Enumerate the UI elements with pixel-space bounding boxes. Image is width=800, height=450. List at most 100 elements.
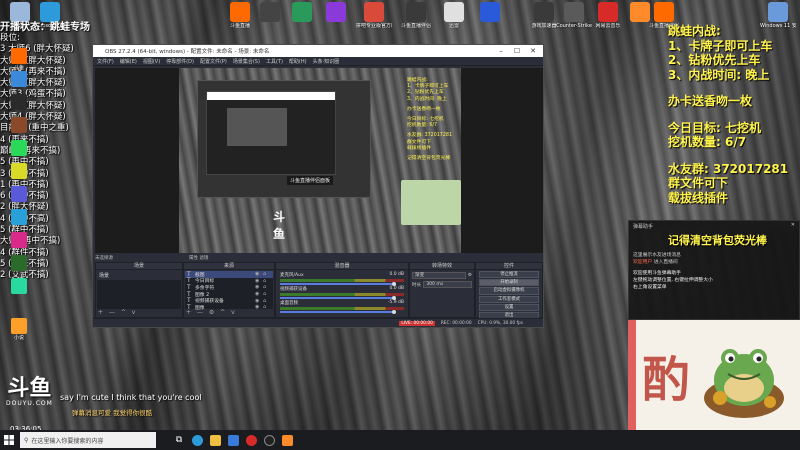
control-button[interactable]: 开始录制 <box>479 279 539 287</box>
menu-item[interactable]: 配置文件(P) <box>200 58 227 65</box>
scene-item[interactable]: 场景 <box>97 271 181 280</box>
visibility-eye-icon[interactable]: ◉ <box>255 278 263 284</box>
chat-title: 弹幕助手 <box>633 224 654 230</box>
visibility-eye-icon[interactable]: ◉ <box>255 298 263 304</box>
desktop-side-icon[interactable] <box>8 186 30 202</box>
taskbar-edge[interactable] <box>188 430 206 450</box>
minimize-icon[interactable]: – <box>493 45 509 57</box>
obs-icon <box>263 434 275 446</box>
control-button[interactable]: 设置 <box>479 303 539 311</box>
desktop-icon[interactable]: Counter-Strike <box>556 2 592 29</box>
control-button[interactable]: 启动虚拟摄像机 <box>479 287 539 295</box>
control-button[interactable]: 工作室模式 <box>479 295 539 303</box>
desktop-side-icon[interactable] <box>8 209 30 225</box>
close-icon[interactable]: ✕ <box>525 45 541 57</box>
mixer-channel-name: 视频捕获设备 <box>280 287 307 292</box>
transition-select[interactable]: 渐变 <box>412 272 466 279</box>
maximize-icon[interactable]: ☐ <box>509 45 525 57</box>
volume-meter <box>280 307 404 310</box>
visibility-eye-icon[interactable]: ◉ <box>255 284 263 290</box>
desktop-icon[interactable]: 拼吧专业版官方版 <box>356 2 392 29</box>
chat-line: 左键拖动调整位置, 右键拉伸调整大小 <box>629 277 799 284</box>
visibility-eye-icon[interactable]: ◉ <box>255 271 263 277</box>
task-view-button[interactable]: ⧉ <box>170 430 188 450</box>
visibility-eye-icon[interactable]: ◉ <box>255 291 263 297</box>
lock-icon[interactable]: ⌂ <box>263 304 271 310</box>
desktop-side-icon[interactable]: 斗鱼 <box>8 48 30 71</box>
mixer-title: 混音器 <box>276 263 408 270</box>
close-icon[interactable]: ✕ <box>791 222 795 228</box>
controls-title: 控件 <box>476 263 542 270</box>
desktop-side-icon[interactable]: 小说 <box>8 318 30 341</box>
desktop-icon[interactable] <box>252 2 288 23</box>
side-icon-label: 小说 <box>13 335 24 341</box>
overlay-rule-line: 2、钻粉优先上车 <box>668 53 761 67</box>
store-icon <box>227 434 239 446</box>
task-view-icon: ⧉ <box>175 435 183 445</box>
lock-icon[interactable]: ⌂ <box>263 271 271 277</box>
scenes-toolbar[interactable]: + — ^ v <box>98 309 137 316</box>
mixer-channel-header: 桌面音频 -5.9 dB <box>280 300 404 306</box>
lock-icon[interactable]: ⌂ <box>263 291 271 297</box>
overlay-rule-line: 跳蛙内战: <box>668 24 721 38</box>
obs-preview[interactable]: 斗鱼直播伴侣面板 跳蛙内战: 1、卡牌子即可上车 2、钻粉优先上车 3、内战时间: 晚… <box>95 68 543 253</box>
desktop-icon[interactable]: 斗鱼直播伴侣 <box>398 2 434 29</box>
desktop-icon-label: 迅雷 <box>448 23 459 29</box>
taskbar-explorer[interactable] <box>206 430 224 450</box>
visibility-eye-icon[interactable]: ◉ <box>255 304 263 310</box>
menu-item[interactable]: 头条·知识圈 <box>313 58 340 65</box>
mixer-dock: 混音器 麦克风/Aux 0.0 dB 视频捕获设备 0.0 dB 桌面音频 -5.9 dB <box>275 262 409 318</box>
app-icon <box>11 209 27 225</box>
menu-item[interactable]: 帮助(H) <box>289 58 307 65</box>
desktop-side-icon[interactable] <box>8 163 30 179</box>
desktop-side-icon[interactable] <box>8 255 30 271</box>
sources-title: 来源 <box>184 263 274 270</box>
desktop-side-icon[interactable] <box>8 278 30 294</box>
control-button[interactable]: 停止推流 <box>479 271 539 279</box>
obs-window[interactable]: OBS 27.2.4 (64-bit, windows) - 配置文件: 未命名… <box>92 44 544 328</box>
lock-icon[interactable]: ⌂ <box>263 278 271 284</box>
sources-dock: 来源 T 截图 ◉ ⌂ T 今日目标 ◉ ⌂ T 多余字符 ◉ ⌂ T 图像 2 ◉ ⌂ T 视频捕获设备 ◉ ⌂ T 图… <box>183 262 275 318</box>
app-icon <box>40 2 60 22</box>
taskbar-netease[interactable] <box>242 430 260 450</box>
volume-meter <box>280 279 404 282</box>
chat-header: 弹幕助手 ✕ <box>629 221 799 230</box>
properties-filters[interactable]: 属性 滤镜 <box>189 255 208 261</box>
desktop-side-icon[interactable] <box>8 94 30 110</box>
desktop-side-icon[interactable] <box>8 117 30 133</box>
desktop-side-icon[interactable] <box>8 140 30 156</box>
desktop-side-icon[interactable] <box>8 71 30 87</box>
obs-titlebar[interactable]: OBS 27.2.4 (64-bit, windows) - 配置文件: 未命名… <box>93 45 543 57</box>
menu-item[interactable]: 场景集合(S) <box>233 58 260 65</box>
desktop-icon[interactable]: 网易云音乐 <box>590 2 626 29</box>
menu-item[interactable]: 停靠部件(D) <box>166 58 194 65</box>
edge-icon <box>191 434 203 446</box>
menu-item[interactable]: 工具(T) <box>266 58 283 65</box>
poster-character: 酌 <box>642 352 691 408</box>
chat-text: 右上角设置菜单 <box>633 285 667 290</box>
taskbar-app[interactable] <box>278 430 296 450</box>
desktop-icon[interactable] <box>284 2 320 23</box>
desktop-icon[interactable] <box>318 2 354 23</box>
desktop-side-icon[interactable] <box>8 232 30 248</box>
taskbar-store[interactable] <box>224 430 242 450</box>
chat-user: 欢迎用户 <box>633 260 653 265</box>
volume-slider[interactable] <box>280 310 397 314</box>
duration-input[interactable]: 300 ms <box>423 281 472 288</box>
menu-item[interactable]: 视图(V) <box>143 58 160 65</box>
app-icon <box>11 117 27 133</box>
sources-toolbar[interactable]: + — ⚙ ^ v <box>186 309 237 316</box>
cpu-fps: CPU: 0.9%, 30.00 fps <box>477 320 523 326</box>
lock-icon[interactable]: ⌂ <box>263 284 271 290</box>
taskbar-search[interactable]: ⚲ 在这里输入你要搜索的内容 <box>20 432 156 448</box>
start-button[interactable] <box>0 430 18 450</box>
desktop-icon[interactable]: 迅雷 <box>436 2 472 29</box>
lock-icon[interactable]: ⌂ <box>263 298 271 304</box>
desktop-icon-label: 拼吧专业版官方版 <box>356 23 392 29</box>
menu-item[interactable]: 编辑(E) <box>120 58 137 65</box>
menu-item[interactable]: 文件(F) <box>97 58 114 65</box>
taskbar-obs[interactable] <box>260 430 278 450</box>
desktop-icon[interactable] <box>472 2 508 23</box>
mixer-channel: 视频捕获设备 0.0 dB <box>277 285 407 300</box>
transition-gear-icon[interactable]: ⚙ <box>468 273 472 278</box>
